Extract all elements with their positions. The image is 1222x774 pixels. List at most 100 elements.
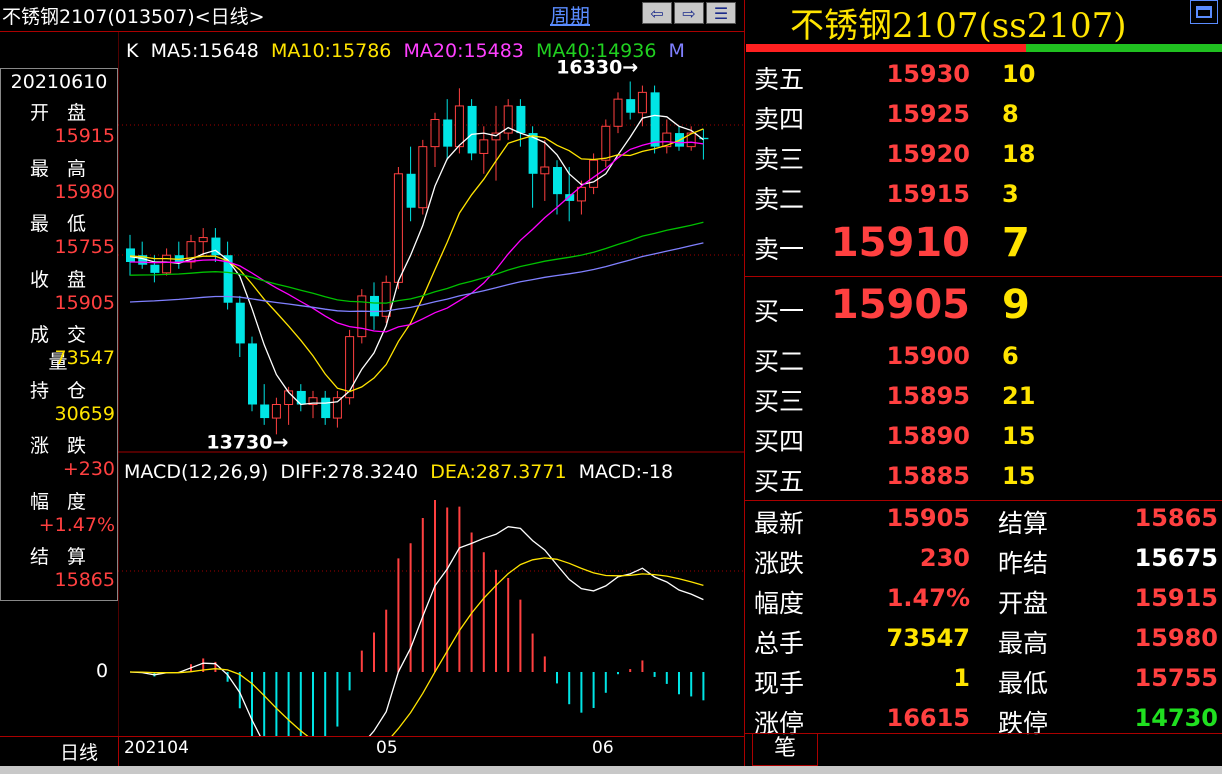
stat-row: 总手 73547 最高 15980 bbox=[746, 620, 1222, 660]
order-book-row[interactable]: 卖五 15930 10 bbox=[746, 56, 1222, 96]
low-price-label: 13730→ bbox=[206, 431, 288, 453]
tab-ticks[interactable]: 笔 bbox=[752, 734, 818, 766]
candle-body bbox=[345, 336, 355, 399]
candle-body bbox=[467, 105, 477, 154]
nav-left-button[interactable]: ⇦ bbox=[642, 2, 672, 24]
candle-body bbox=[126, 248, 135, 262]
info-value: 15755 bbox=[54, 236, 115, 258]
order-qty: 8 bbox=[1002, 100, 1019, 128]
info-label: 最低 bbox=[29, 213, 104, 235]
candle-body bbox=[637, 91, 647, 114]
ma-legend: K MA5:15648 MA10:15786 MA20:15483 MA40:1… bbox=[126, 40, 685, 62]
candle-body bbox=[235, 302, 245, 344]
dea-line bbox=[129, 557, 704, 736]
macd-bars bbox=[141, 500, 705, 736]
window-icon[interactable] bbox=[1190, 0, 1218, 24]
axis-date-label: 06 bbox=[592, 738, 614, 758]
stat-value: 15675 bbox=[1134, 544, 1219, 572]
candle-body bbox=[576, 186, 586, 202]
chart-area[interactable]: 16330→13730→ bbox=[118, 32, 744, 736]
buy-sell-ratio-red bbox=[746, 44, 1026, 52]
nav-right-button[interactable]: ⇨ bbox=[674, 2, 704, 24]
candle-body bbox=[150, 264, 160, 273]
candle-body bbox=[430, 119, 440, 148]
stat-row: 最新 15905 结算 15865 bbox=[746, 500, 1222, 540]
info-label: 涨跌 bbox=[29, 435, 104, 457]
stat-value: 16615 bbox=[886, 704, 971, 732]
order-book-row[interactable]: 买五 15885 15 bbox=[746, 458, 1222, 498]
stat-label: 结算 bbox=[998, 509, 1049, 538]
candle-body bbox=[248, 343, 257, 405]
quote-title: 不锈钢2107(ss2107) bbox=[790, 6, 1127, 46]
order-book-row[interactable]: 买三 15895 21 bbox=[746, 378, 1222, 418]
info-label: 结算 bbox=[29, 546, 104, 568]
diff-label: DIFF:278.3240 bbox=[280, 461, 419, 483]
order-book-row[interactable]: 买一 15905 9 bbox=[746, 282, 1222, 328]
order-book-row[interactable]: 买二 15900 6 bbox=[746, 338, 1222, 378]
status-bar bbox=[0, 766, 1222, 774]
order-book-row[interactable]: 卖三 15920 18 bbox=[746, 136, 1222, 176]
info-panel: 20210610 开盘 15915 最高 15980 最低 15755 收盘 15905 成交量… bbox=[0, 68, 118, 601]
order-qty: 6 bbox=[1002, 342, 1019, 370]
macd-lines bbox=[129, 526, 704, 736]
order-level-label: 买一 bbox=[754, 297, 805, 326]
stat-label: 开盘 bbox=[998, 589, 1049, 618]
candle-body bbox=[321, 397, 331, 419]
candle-body bbox=[162, 254, 172, 274]
axis-date-label: 202104 bbox=[124, 738, 189, 758]
nav-menu-button[interactable]: ☰ bbox=[706, 2, 736, 24]
order-price: 15910 bbox=[830, 220, 970, 266]
info-label: 最高 bbox=[29, 157, 104, 180]
order-book-row[interactable]: 买四 15890 15 bbox=[746, 418, 1222, 458]
order-level-label: 卖五 bbox=[754, 65, 805, 94]
order-qty: 10 bbox=[1002, 60, 1036, 88]
axis-date-label: 05 bbox=[376, 738, 398, 758]
candle-body bbox=[565, 194, 575, 201]
info-date: 20210610 bbox=[10, 71, 108, 93]
order-qty: 7 bbox=[1002, 220, 1030, 266]
order-price: 15905 bbox=[830, 282, 970, 328]
stat-label: 总手 bbox=[754, 629, 805, 658]
order-book-row[interactable]: 卖二 15915 3 bbox=[746, 176, 1222, 216]
stat-value: 1 bbox=[953, 664, 970, 692]
candle-body bbox=[418, 146, 428, 209]
stat-row: 现手 1 最低 15755 bbox=[746, 660, 1222, 700]
order-qty: 15 bbox=[1002, 422, 1036, 450]
candle-body bbox=[589, 159, 599, 188]
order-price: 15920 bbox=[886, 140, 971, 168]
info-label: 幅度 bbox=[29, 490, 104, 513]
order-level-label: 买四 bbox=[754, 427, 805, 456]
candle-body bbox=[406, 173, 416, 208]
order-price: 15890 bbox=[886, 422, 971, 450]
axis-period-label[interactable]: 日线 bbox=[60, 738, 98, 765]
candle-body bbox=[553, 167, 562, 195]
order-book-row[interactable]: 卖四 15925 8 bbox=[746, 96, 1222, 136]
candle-body bbox=[479, 139, 489, 154]
candle-body bbox=[601, 125, 611, 161]
ma20-label: MA20:15483 bbox=[403, 40, 524, 62]
stat-value: 14730 bbox=[1134, 704, 1219, 732]
order-book-row[interactable]: 卖一 15910 7 bbox=[746, 220, 1222, 266]
order-price: 15895 bbox=[886, 382, 971, 410]
order-qty: 15 bbox=[1002, 462, 1036, 490]
order-qty: 18 bbox=[1002, 140, 1036, 168]
info-value: +230 bbox=[62, 458, 115, 480]
k-label: K bbox=[126, 40, 139, 62]
ma5-label: MA5:15648 bbox=[150, 40, 259, 62]
period-link[interactable]: 周期 bbox=[550, 0, 590, 29]
stat-label: 最高 bbox=[998, 629, 1049, 658]
info-value: 73547 bbox=[54, 347, 115, 369]
order-price: 15925 bbox=[886, 100, 971, 128]
order-level-label: 买五 bbox=[754, 467, 805, 496]
candle-body bbox=[540, 166, 550, 175]
order-qty: 3 bbox=[1002, 180, 1019, 208]
candle-body bbox=[443, 119, 453, 147]
stat-value: 1.47% bbox=[886, 584, 970, 612]
stat-label: 跌停 bbox=[998, 709, 1049, 738]
ma-lines bbox=[129, 114, 704, 406]
stat-label: 最低 bbox=[998, 669, 1049, 698]
info-label: 开盘 bbox=[29, 102, 104, 124]
stat-value: 73547 bbox=[886, 624, 971, 652]
order-level-label: 买三 bbox=[754, 387, 805, 416]
candle-body bbox=[454, 105, 464, 148]
